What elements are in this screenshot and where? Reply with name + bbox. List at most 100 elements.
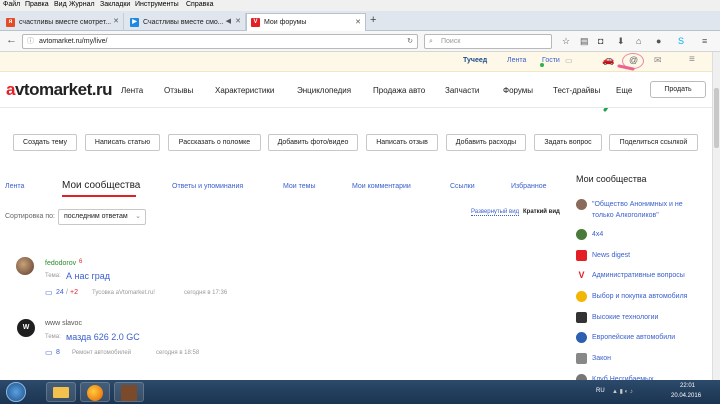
guests-link[interactable]: Гости	[542, 57, 560, 64]
share-link-button[interactable]: Поделиться ссылкой	[609, 134, 698, 151]
scrollbar-thumb[interactable]	[714, 88, 719, 148]
pocket-icon[interactable]: ◘	[598, 36, 603, 46]
reply-count[interactable]: 24	[56, 289, 64, 296]
add-expenses-button[interactable]: Добавить расходы	[446, 134, 526, 151]
sell-button[interactable]: Продать	[650, 81, 706, 98]
menu-view[interactable]: Вид	[54, 1, 67, 8]
reload-icon[interactable]: ↻	[407, 35, 413, 48]
username-link[interactable]: Тучеед	[463, 57, 487, 64]
create-topic-button[interactable]: Создать тему	[13, 134, 77, 151]
close-tab-icon[interactable]: ✕	[355, 18, 361, 26]
page-scrollbar[interactable]	[712, 52, 720, 380]
tab-my-comments[interactable]: Мои комментарии	[352, 183, 411, 190]
community-item[interactable]: V Административные вопросы	[576, 270, 685, 281]
menu-bookmarks[interactable]: Закладки	[100, 1, 130, 8]
post-author[interactable]: www slavoc	[45, 320, 82, 327]
back-arrow-icon[interactable]: ←	[6, 35, 17, 46]
post-topic-link[interactable]: мазда 626 2.0 GC	[66, 332, 140, 342]
ask-question-button[interactable]: Задать вопрос	[534, 134, 602, 151]
community-item[interactable]: Европейские автомобили	[576, 332, 675, 343]
active-tab-underline	[62, 195, 136, 197]
reply-count[interactable]: 8	[56, 349, 60, 356]
avatar[interactable]: W	[17, 319, 35, 337]
language-indicator[interactable]: RU	[596, 388, 605, 394]
post-forum[interactable]: Ремонт автомобилей	[72, 350, 131, 356]
info-icon[interactable]: ⓘ	[27, 35, 34, 48]
nav-test-drives[interactable]: Тест-драйвы	[553, 86, 600, 95]
url-bar[interactable]: ⓘ avtomarket.ru/my/live/ ↻	[22, 34, 418, 49]
expanded-view-toggle[interactable]: Развернутый вид	[471, 209, 520, 216]
menu-help[interactable]: Справка	[186, 1, 213, 8]
nav-parts[interactable]: Запчасти	[445, 86, 479, 95]
comments-icon: ▭	[45, 288, 53, 297]
skype-icon[interactable]: S	[678, 36, 684, 46]
home-icon[interactable]: ⌂	[636, 36, 641, 46]
community-item[interactable]: Закон	[576, 353, 611, 364]
post-forum[interactable]: Тусовка aVtomarket.ru!	[92, 290, 155, 296]
author-badge: 6	[79, 259, 83, 265]
online-dot	[540, 63, 544, 67]
community-label: Закон	[592, 355, 612, 362]
nav-specs[interactable]: Характеристики	[215, 86, 274, 95]
tray-icons[interactable]: ▲ ▮ ◐ ♪	[612, 388, 633, 395]
post-topic-link[interactable]: А нас град	[66, 271, 110, 281]
short-view-toggle[interactable]: Краткий вид	[523, 209, 560, 215]
site-logo[interactable]: avtomarket.ru	[6, 80, 112, 100]
browser-tab-3[interactable]: V Мои форумы ✕	[246, 13, 366, 31]
menu-file[interactable]: Файл	[3, 1, 20, 8]
add-media-button[interactable]: Добавить фото/видео	[268, 134, 358, 151]
close-tab-icon[interactable]: ✕	[235, 17, 241, 25]
community-item[interactable]: Выбор и покупка автомобиля	[576, 291, 687, 302]
community-label: News digest	[592, 252, 631, 259]
start-button[interactable]	[6, 382, 26, 402]
community-label: 4x4	[592, 231, 604, 238]
tab-my-communities[interactable]: Мои сообщества	[62, 180, 140, 191]
menu-history[interactable]: Журнал	[69, 1, 95, 8]
sort-select[interactable]: последним ответам ⌄	[58, 209, 146, 225]
tab-my-topics[interactable]: Мои темы	[283, 183, 316, 190]
firefox-taskbar-icon[interactable]	[80, 382, 110, 402]
nav-more[interactable]: Еще	[616, 86, 632, 95]
browser-tab-1[interactable]: я счастливы вместе смотрет... ✕	[2, 13, 124, 31]
chevron-down-icon: ⌄	[135, 213, 141, 220]
clock-time[interactable]: 22:01	[680, 383, 695, 389]
nav-tape[interactable]: Лента	[121, 86, 143, 95]
app-taskbar-icon[interactable]	[114, 382, 144, 402]
community-item[interactable]: News digest	[576, 250, 630, 261]
tab-links[interactable]: Ссылки	[450, 183, 475, 190]
community-item[interactable]: "Общество Анонимных и не только Алкоголи…	[576, 199, 706, 221]
community-item[interactable]: Высокие технологии	[576, 312, 658, 323]
write-review-button[interactable]: Написать отзыв	[366, 134, 438, 151]
speaker-icon[interactable]: ◀	[226, 17, 231, 25]
search-input[interactable]: ⌕ Поиск	[424, 34, 552, 49]
nav-reviews[interactable]: Отзывы	[164, 86, 193, 95]
tab-tape[interactable]: Лента	[5, 183, 24, 190]
mail-icon[interactable]: ✉	[654, 55, 662, 66]
close-tab-icon[interactable]: ✕	[113, 17, 119, 25]
bookmarks-list-icon[interactable]: ▤	[580, 36, 589, 46]
download-icon[interactable]: ⬇	[617, 36, 625, 46]
menu-edit[interactable]: Правка	[25, 1, 49, 8]
tape-link[interactable]: Лента	[507, 57, 526, 64]
report-breakdown-button[interactable]: Рассказать о поломке	[168, 134, 261, 151]
write-article-button[interactable]: Написать статью	[85, 134, 160, 151]
community-item[interactable]: 4x4	[576, 229, 603, 240]
chat-icon[interactable]: ●	[656, 36, 661, 46]
new-replies-count[interactable]: +2	[70, 289, 78, 296]
hamburger-menu-icon[interactable]: ≡	[702, 36, 707, 46]
post-time: сегодня в 18:58	[156, 350, 200, 356]
tab-replies-mentions[interactable]: Ответы и упоминания	[172, 183, 243, 190]
browser-tab-2[interactable]: ▶ Счастливы вместе смо... ◀ ✕	[126, 13, 246, 31]
nav-encyclopedia[interactable]: Энциклопедия	[297, 86, 351, 95]
post-author[interactable]: fedodorov	[45, 260, 76, 267]
nav-forums[interactable]: Форумы	[503, 86, 533, 95]
avatar[interactable]	[16, 257, 34, 275]
clock-date[interactable]: 20.04.2016	[671, 393, 701, 399]
bookmark-star-icon[interactable]: ☆	[562, 36, 570, 46]
explorer-taskbar-icon[interactable]	[46, 382, 76, 402]
new-tab-button[interactable]: +	[370, 14, 376, 26]
site-menu-icon[interactable]: ≡	[689, 54, 695, 65]
menu-tools[interactable]: Инструменты	[135, 1, 179, 8]
nav-car-sales[interactable]: Продажа авто	[373, 86, 425, 95]
tab-favorites[interactable]: Избранное	[511, 183, 546, 190]
